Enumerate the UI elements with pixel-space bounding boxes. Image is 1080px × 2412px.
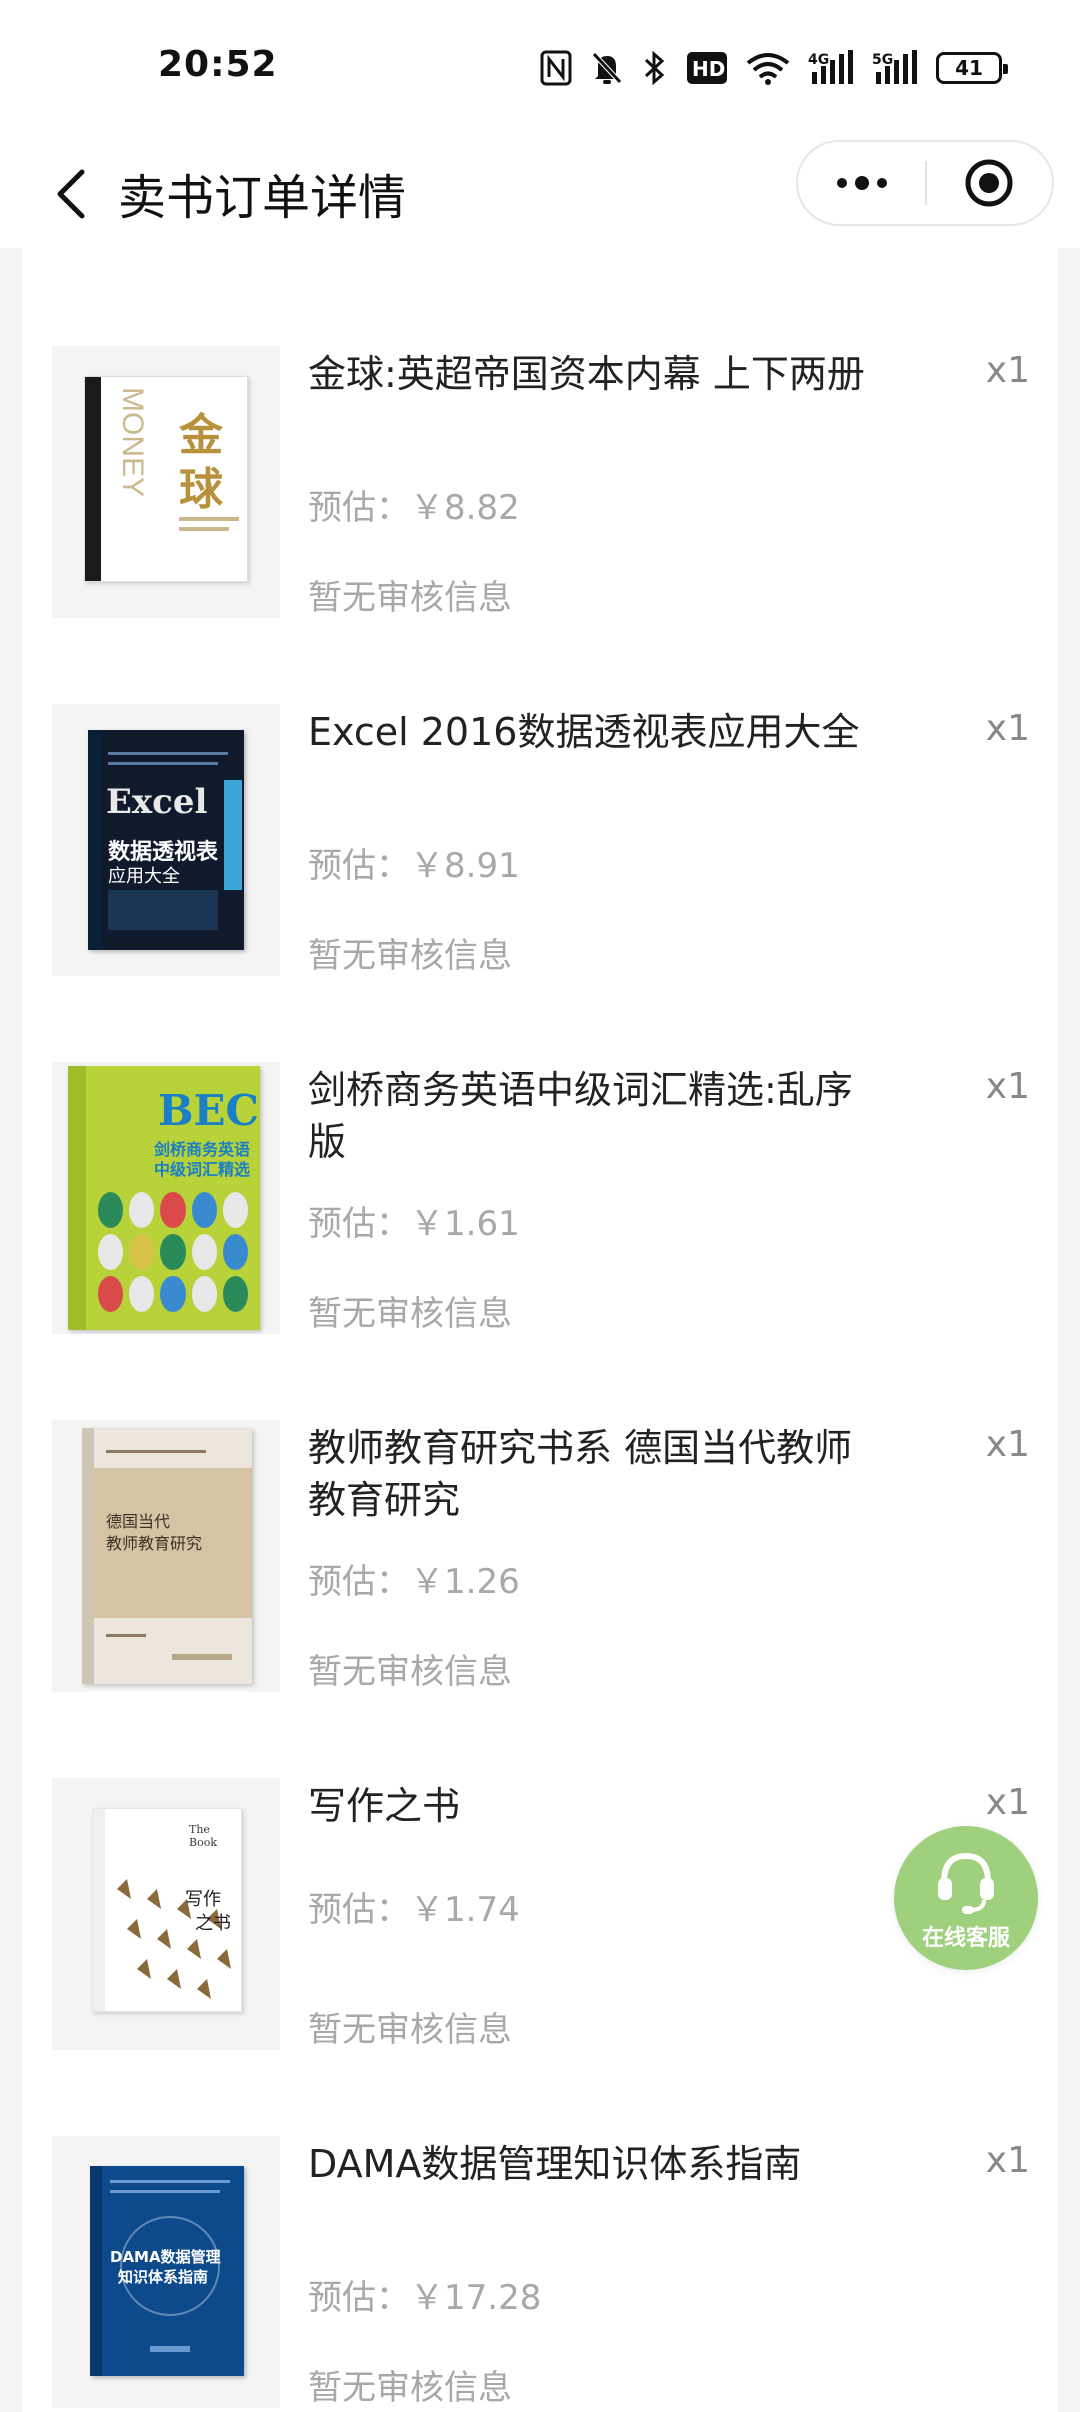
headset-icon [938,1852,994,1914]
wifi-icon [746,53,790,85]
nfc-icon [540,50,572,86]
book-cover: DAMA数据管理 知识体系指南 [52,2136,280,2408]
book-cover: MONEY 金 球 [52,346,280,618]
svg-text:5G: 5G [872,52,893,68]
page-title: 卖书订单详情 [118,170,407,226]
online-service-label: 在线客服 [921,1926,1010,1951]
more-dots-icon [836,176,887,190]
book-item[interactable]: Excel 数据透视表 应用大全 Excel 2016数据透视表应用大全 x1 … [22,704,1058,1004]
review-status: 暂无审核信息 [308,1652,512,1692]
review-status: 暂无审核信息 [308,936,512,976]
chevron-left-icon [57,169,85,219]
book-price: 预估：￥1.26 [308,1562,520,1602]
book-price: 预估：￥8.91 [308,846,520,886]
battery-indicator: 41 [936,52,1008,84]
book-title: DAMA数据管理知识体系指南 [308,2142,802,2186]
book-title: 金球:英超帝国资本内幕 上下两册 [308,352,865,396]
book-cover: 德国当代 教师教育研究 [52,1420,280,1692]
nav-bar: 卖书订单详情 [0,140,1080,248]
back-button[interactable] [32,154,112,234]
close-miniprogram-button[interactable] [927,142,1052,224]
battery-level: 41 [955,56,983,80]
target-close-icon [965,159,1013,207]
book-item[interactable]: 德国当代 教师教育研究 教师教育研究书系 德国当代教师教育研究 x1 预估：￥1… [22,1420,1058,1720]
book-item[interactable]: DAMA数据管理 知识体系指南 DAMA数据管理知识体系指南 x1 预估：￥17… [22,2136,1058,2412]
status-bar: 20:52 HD 4G 5G 41 [0,0,1080,140]
book-quantity: x1 [985,350,1030,391]
miniprogram-capsule [796,140,1054,226]
status-time: 20:52 [158,44,278,85]
book-cover: The Book 写作 之书 [52,1778,280,2050]
signal-4g-icon: 4G [808,50,853,84]
hd-icon: HD [687,52,727,84]
order-items-card: MONEY 金 球 金球:英超帝国资本内幕 上下两册 x1 预估：￥8.82 暂… [22,248,1058,2412]
clipped-previous-row [22,248,1058,268]
review-status: 暂无审核信息 [308,2368,512,2408]
status-icons: HD 4G 5G 41 [540,46,1008,90]
review-status: 暂无审核信息 [308,2010,512,2050]
book-cover: Excel 数据透视表 应用大全 [52,704,280,976]
book-quantity: x1 [985,1782,1030,1823]
book-item[interactable]: BEC 剑桥商务英语 中级词汇精选 剑桥商务英语中级词汇精选:乱序版 x1 预估… [22,1062,1058,1362]
book-price: 预估：￥1.61 [308,1204,520,1244]
book-title: 剑桥商务英语中级词汇精选:乱序版 [308,1068,853,1164]
mute-icon [592,52,622,84]
svg-text:4G: 4G [808,52,829,68]
book-quantity: x1 [985,2140,1030,2181]
signal-5g-icon: 5G [872,50,917,84]
book-price: 预估：￥8.82 [308,488,520,528]
book-price: 预估：￥1.74 [308,1890,520,1930]
book-quantity: x1 [985,1424,1030,1465]
book-item[interactable]: MONEY 金 球 金球:英超帝国资本内幕 上下两册 x1 预估：￥8.82 暂… [22,346,1058,646]
book-cover: BEC 剑桥商务英语 中级词汇精选 [52,1062,280,1334]
book-title: 写作之书 [308,1784,461,1828]
book-quantity: x1 [985,1066,1030,1107]
book-price: 预估：￥17.28 [308,2278,542,2318]
online-service-button[interactable]: 在线客服 [894,1826,1038,1970]
book-title: Excel 2016数据透视表应用大全 [308,710,860,754]
review-status: 暂无审核信息 [308,578,512,618]
review-status: 暂无审核信息 [308,1294,512,1334]
book-quantity: x1 [985,708,1030,749]
bluetooth-icon [644,50,665,86]
svg-text:HD: HD [692,57,725,81]
more-button[interactable] [798,142,925,224]
book-title: 教师教育研究书系 德国当代教师教育研究 [308,1426,853,1522]
